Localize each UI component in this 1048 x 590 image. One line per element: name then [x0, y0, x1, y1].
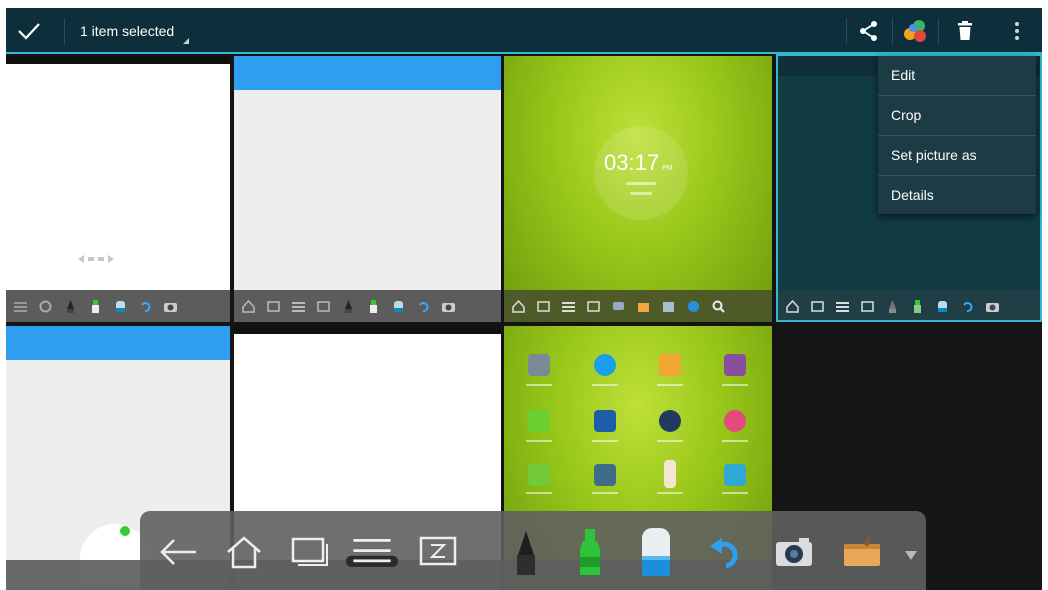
dropdown-icon[interactable] [905, 551, 917, 560]
eraser-icon [936, 300, 949, 313]
trash-icon[interactable] [950, 16, 980, 46]
window-icon [267, 300, 280, 313]
camera-icon [986, 300, 999, 313]
menu-icon [292, 300, 305, 313]
screen-icon [317, 300, 330, 313]
menu-item-set-picture-as[interactable]: Set picture as [878, 136, 1036, 176]
globe-icon [687, 300, 700, 313]
undo-icon [139, 300, 152, 313]
more-vertical-icon[interactable] [1002, 16, 1032, 46]
app-icon [594, 410, 616, 432]
thumbnail-toolbar [6, 290, 230, 322]
thumbnail-toolbar [234, 290, 501, 322]
menu-icon [14, 300, 27, 313]
thumbnail-2[interactable] [234, 56, 501, 322]
home-icon[interactable] [218, 525, 270, 579]
undo-icon [961, 300, 974, 313]
app-icon [724, 410, 746, 432]
screen-icon[interactable] [412, 525, 464, 579]
folder-icon [637, 300, 650, 313]
home-icon [242, 299, 255, 313]
app-icon [724, 464, 746, 486]
app-icon [528, 354, 550, 376]
thumbnail-3[interactable]: 03:17 PM [504, 56, 772, 322]
menu-icon [562, 300, 575, 313]
pen-icon [342, 299, 355, 313]
screen-icon [861, 300, 874, 313]
check-icon[interactable] [16, 19, 42, 43]
menu-icon [836, 300, 849, 313]
screen-icon [587, 300, 600, 313]
window-icon [537, 300, 550, 313]
highlighter-icon [89, 299, 102, 313]
app-icon [664, 460, 676, 488]
menu-item-details[interactable]: Details [878, 176, 1036, 216]
share-icon[interactable] [854, 16, 884, 46]
thumbnail-toolbar [504, 290, 772, 322]
app-icon [528, 410, 550, 432]
home-icon [786, 299, 799, 313]
search-icon [712, 300, 725, 313]
app-icon [659, 410, 681, 432]
undo-icon [417, 300, 430, 313]
eraser-icon[interactable] [630, 525, 682, 579]
window-icon [811, 300, 824, 313]
back-arrow-icon[interactable] [152, 525, 204, 579]
app-icon [594, 354, 616, 376]
eraser-icon [392, 300, 405, 313]
camera-icon [164, 300, 177, 313]
home-icon [512, 299, 525, 313]
camera-icon[interactable] [768, 525, 820, 579]
arrows-icon [76, 252, 116, 264]
menu-item-edit[interactable]: Edit [878, 56, 1036, 96]
menu-item-crop[interactable]: Crop [878, 96, 1036, 136]
undo-icon[interactable] [700, 525, 752, 579]
highlighter-icon[interactable] [564, 525, 616, 579]
chat-icon [612, 300, 625, 313]
app-icon [724, 354, 746, 376]
thumbnail-1[interactable] [6, 56, 230, 322]
floating-toolbar [140, 511, 926, 590]
app-icon [594, 464, 616, 486]
highlighter-icon [911, 299, 924, 313]
eraser-icon [114, 300, 127, 313]
settings-icon [39, 300, 52, 313]
gallery-icon[interactable] [900, 16, 930, 46]
clock-time: 03:17 PM [604, 150, 673, 175]
app-icon [528, 464, 550, 486]
recent-apps-icon[interactable] [284, 525, 336, 579]
highlighter-icon [367, 299, 380, 313]
pen-icon [886, 299, 899, 313]
thumbnail-toolbar [778, 290, 1040, 320]
action-bar: 1 item selected [6, 8, 1042, 54]
gallery-screen: 03:17 PM 1 item selected Edit Crop Set p… [6, 8, 1042, 590]
image-icon [662, 300, 675, 313]
app-icon [659, 354, 681, 376]
pen-icon[interactable] [500, 525, 552, 579]
toolbox-icon[interactable] [836, 525, 888, 579]
pen-icon [64, 299, 77, 313]
overflow-menu: Edit Crop Set picture as Details [878, 56, 1036, 214]
selection-count[interactable]: 1 item selected [80, 23, 174, 39]
menu-icon[interactable] [346, 525, 398, 579]
camera-icon [442, 300, 455, 313]
